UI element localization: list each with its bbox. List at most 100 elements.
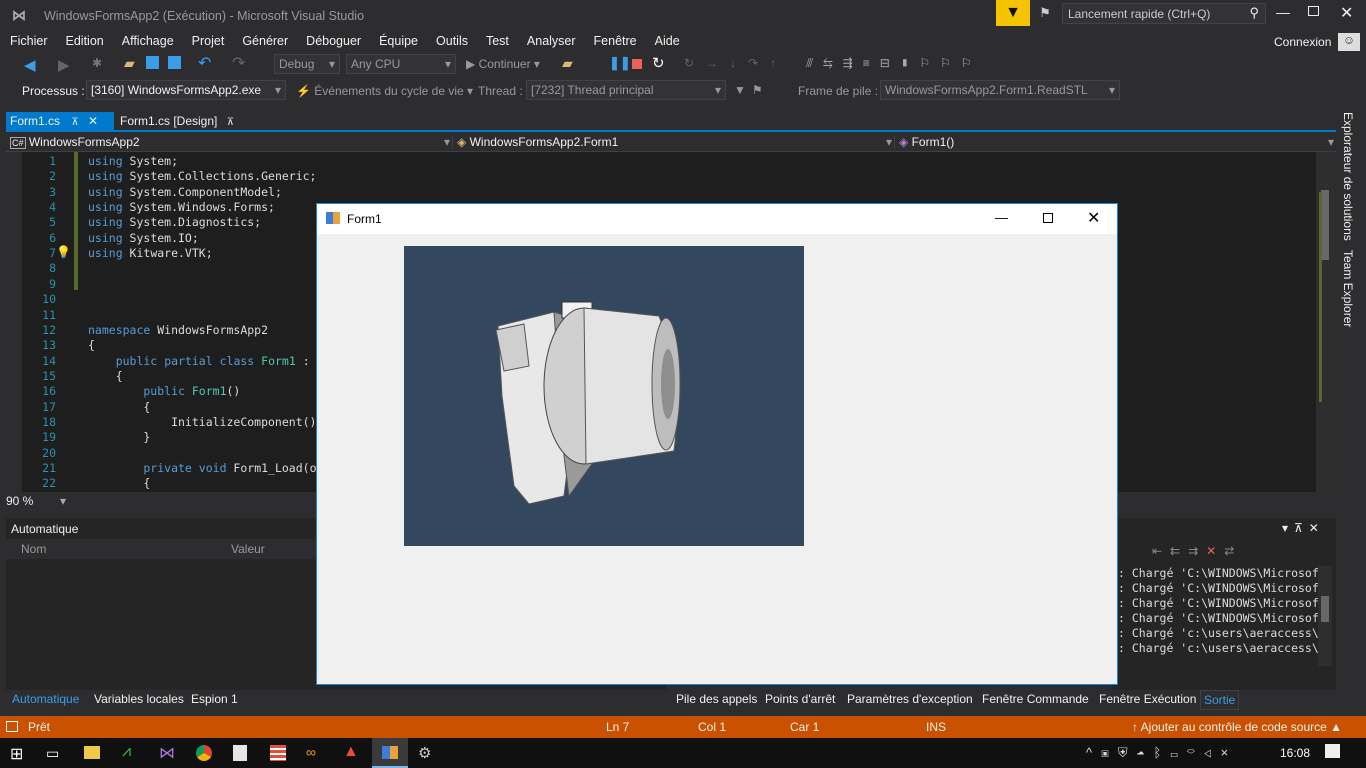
thread-dropdown[interactable]: [7232] Thread principal ▾ xyxy=(526,80,726,100)
code-line[interactable]: } xyxy=(88,430,150,444)
configuration-dropdown[interactable]: Debug ▾ xyxy=(274,54,340,74)
side-tab-team-explorer[interactable]: Team Explorer xyxy=(1341,250,1355,327)
output-scrollbar[interactable] xyxy=(1318,566,1332,666)
menu-fichier[interactable]: Fichier xyxy=(0,32,56,50)
find-icon[interactable]: ▰ xyxy=(562,55,573,72)
panel-menu-icons[interactable]: ▾⊼✕ xyxy=(1282,521,1325,535)
menu-projet[interactable]: Projet xyxy=(182,32,233,50)
lifecycle-events-button[interactable]: ⚡ Événements du cycle de vie ▾ xyxy=(296,84,473,98)
column-value[interactable]: Valeur xyxy=(231,542,265,556)
form-minimize-button[interactable]: — xyxy=(995,210,1008,225)
quick-launch-input[interactable]: Lancement rapide (Ctrl+Q) ⚲ xyxy=(1062,3,1266,24)
app-icon-stripes[interactable] xyxy=(270,745,286,761)
tab-parametres-exception[interactable]: Paramètres d'exception xyxy=(847,690,973,708)
notifications-icon[interactable]: ⚑ xyxy=(1036,5,1054,21)
menu-edition[interactable]: Edition xyxy=(56,32,112,50)
app-icon-rings[interactable]: ∞ xyxy=(306,744,316,760)
start-button-windows-icon[interactable]: ⊞ xyxy=(10,744,23,764)
app-icon-debugger[interactable]: ⚙ xyxy=(418,744,431,762)
code-line[interactable]: using System; xyxy=(88,154,178,168)
side-tab-solution-explorer[interactable]: Explorateur de solutions xyxy=(1341,112,1355,241)
file-explorer-icon[interactable] xyxy=(84,746,100,759)
step-icons[interactable]: ↻→↓↷↑ xyxy=(684,56,788,70)
tab-automatique[interactable]: Automatique xyxy=(12,690,79,708)
code-line[interactable]: InitializeComponent(); xyxy=(88,415,323,429)
feedback-filter-icon[interactable]: ▼ xyxy=(996,0,1030,26)
app-icon-green[interactable]: ⩘ xyxy=(122,743,131,761)
minimize-button[interactable]: — xyxy=(1276,4,1290,20)
code-line[interactable]: private void Form1_Load(obj xyxy=(88,461,330,475)
menu-test[interactable]: Test xyxy=(476,32,517,50)
back-icon[interactable]: ◀ xyxy=(24,56,36,74)
tab-sortie[interactable]: Sortie xyxy=(1200,690,1240,710)
code-line[interactable]: { xyxy=(88,476,150,490)
menu-aide[interactable]: Aide xyxy=(645,32,688,50)
user-icon[interactable]: ☺ xyxy=(1338,33,1360,51)
scroll-thumb[interactable] xyxy=(1321,190,1329,260)
form-maximize-button[interactable] xyxy=(1043,213,1053,223)
stack-frame-dropdown[interactable]: WindowsFormsApp2.Form1.ReadSTL ▾ xyxy=(880,80,1120,100)
misc-toolbar-icons[interactable]: ⫻⇆⇶≡⊟▮⚐⚐⚐ xyxy=(806,56,982,71)
zoom-dropdown[interactable]: 90 % ▾ xyxy=(6,494,66,510)
undo-icon[interactable]: ↶ xyxy=(198,53,211,73)
chrome-icon[interactable] xyxy=(196,745,212,761)
column-name[interactable]: Nom xyxy=(21,542,46,556)
platform-dropdown[interactable]: Any CPU ▾ xyxy=(346,54,456,74)
menu-analyser[interactable]: Analyser xyxy=(517,32,584,50)
new-project-icon[interactable]: ✱ xyxy=(92,56,102,70)
tab-variables-locales[interactable]: Variables locales xyxy=(94,690,184,708)
pause-icon[interactable]: ❚❚ xyxy=(609,55,631,71)
maximize-button[interactable] xyxy=(1308,6,1319,16)
type-dropdown[interactable]: ◈ WindowsFormsApp2.Form1 ▾ xyxy=(452,135,892,149)
code-line[interactable]: namespace WindowsFormsApp2 xyxy=(88,323,268,337)
thread-filter-icons[interactable]: ▼⚑ xyxy=(734,83,769,97)
form1-taskbar-icon[interactable] xyxy=(372,738,408,768)
code-line[interactable]: using System.ComponentModel; xyxy=(88,185,282,199)
forward-icon[interactable]: ▶ xyxy=(58,56,70,74)
code-line[interactable]: public partial class Form1 : For xyxy=(88,354,338,368)
tab-pile-appels[interactable]: Pile des appels xyxy=(676,690,757,708)
code-line[interactable]: using System.Collections.Generic; xyxy=(88,169,317,183)
continue-button[interactable]: ▶ Continuer ▾ xyxy=(466,57,540,71)
tab-espion[interactable]: Espion 1 xyxy=(191,690,238,708)
visual-studio-taskbar-icon[interactable]: ⋈ xyxy=(159,743,175,763)
vtk-render-panel[interactable] xyxy=(404,246,804,546)
close-tab-icon[interactable]: ✕ xyxy=(88,114,98,128)
stop-icon[interactable] xyxy=(632,59,642,69)
menu-generer[interactable]: Générer xyxy=(232,32,296,50)
menu-fenetre[interactable]: Fenêtre xyxy=(584,32,645,50)
sign-in-link[interactable]: Connexion xyxy=(1274,35,1331,49)
pin-icon[interactable]: ⊼ xyxy=(71,117,78,128)
tab-form1-design[interactable]: Form1.cs [Design] ⊼ xyxy=(120,112,234,130)
menu-deboguer[interactable]: Déboguer xyxy=(296,32,369,50)
close-button[interactable]: ✕ xyxy=(1340,3,1353,23)
redo-icon[interactable]: ↷ xyxy=(232,53,245,73)
menu-equipe[interactable]: Équipe xyxy=(369,32,426,50)
tab-fenetre-commande[interactable]: Fenêtre Commande xyxy=(982,690,1089,708)
menu-affichage[interactable]: Affichage xyxy=(112,32,182,50)
project-dropdown[interactable]: C# WindowsFormsApp2 ▾ xyxy=(10,135,450,149)
code-line[interactable]: using System.Windows.Forms; xyxy=(88,200,275,214)
app-icon-triangle[interactable]: ▲ xyxy=(343,743,359,761)
restart-icon[interactable]: ↻ xyxy=(652,54,665,72)
code-line[interactable]: { xyxy=(88,369,123,383)
tray-icons[interactable]: ^▣⛨☁ᛒ▭⌔◁× xyxy=(1086,745,1237,761)
task-view-icon[interactable]: ▭ xyxy=(46,745,59,762)
code-line[interactable]: using Kitware.VTK; xyxy=(88,246,213,260)
form-close-button[interactable]: ✕ xyxy=(1087,208,1100,228)
code-line[interactable]: public Form1() xyxy=(88,384,240,398)
open-folder-icon[interactable]: ▰ xyxy=(124,55,135,72)
save-all-icon[interactable] xyxy=(168,56,181,69)
member-dropdown[interactable]: ◈ Form1() ▾ xyxy=(894,135,1334,149)
code-line[interactable]: { xyxy=(88,338,95,352)
tab-form1-cs[interactable]: Form1.cs ⊼ ✕ xyxy=(6,112,114,130)
process-dropdown[interactable]: [3160] WindowsFormsApp2.exe ▾ xyxy=(86,80,286,100)
code-line[interactable]: { xyxy=(88,400,150,414)
source-control-button[interactable]: ↑ Ajouter au contrôle de code source ▲ xyxy=(1132,720,1342,734)
tab-points-arret[interactable]: Points d'arrêt xyxy=(765,690,835,708)
save-icon[interactable] xyxy=(146,56,159,69)
lightbulb-icon[interactable]: 💡 xyxy=(56,245,71,259)
tab-fenetre-execution[interactable]: Fenêtre Exécution xyxy=(1099,690,1196,708)
output-toolbar-icons[interactable]: ⇤⇇⇉✕⇄ xyxy=(1152,544,1242,558)
form1-window[interactable]: Form1 — ✕ xyxy=(316,203,1118,685)
